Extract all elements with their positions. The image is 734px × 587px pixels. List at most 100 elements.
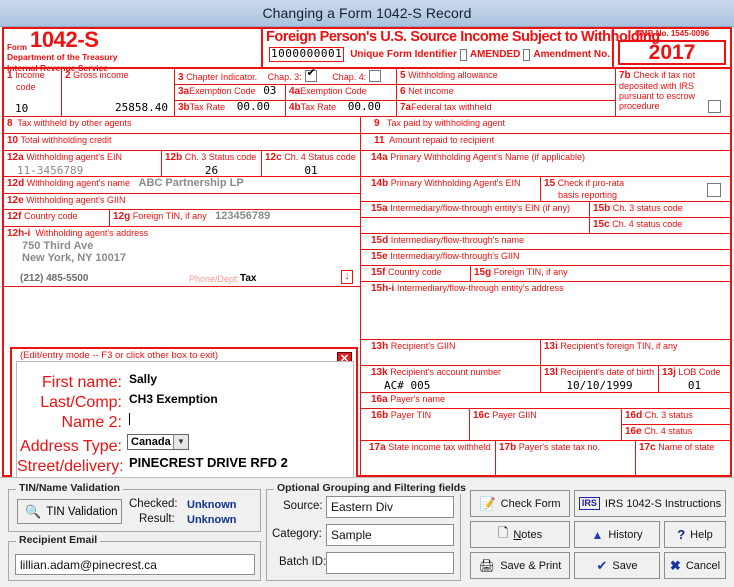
box-8-tax-withheld-other-agents[interactable]: 8 Tax withheld by other agents bbox=[4, 117, 361, 134]
box-13j-value: 01 bbox=[687, 378, 702, 392]
notes-label: NNotesotes bbox=[513, 528, 543, 541]
department-line-1: Department of the Treasury bbox=[7, 52, 118, 62]
amendment-no-checkbox[interactable] bbox=[523, 48, 531, 61]
box-13l-recipient-date-of-birth[interactable]: 13l Recipient's date of birth 10/10/1999 bbox=[541, 366, 659, 393]
chap4-checkbox[interactable] bbox=[369, 70, 382, 82]
box-2-gross-income[interactable]: 2 Gross income 25858.40 bbox=[62, 69, 175, 117]
box-15d-intermediary-name[interactable]: 15d Intermediary/flow-through's name bbox=[361, 234, 730, 250]
unique-form-identifier-input[interactable]: 1000000001 bbox=[269, 47, 345, 62]
street-value[interactable]: PINECREST DRIVE RFD 2 bbox=[129, 455, 288, 470]
box-12g-foreign-tin[interactable]: 12g Foreign TIN, if any 123456789 bbox=[110, 210, 361, 227]
recipient-email-input[interactable]: lillian.adam@pinecrest.ca bbox=[15, 554, 255, 575]
last-comp-value[interactable]: CH3 Exemption bbox=[129, 392, 218, 406]
box-14a-number: 14a bbox=[371, 152, 388, 163]
box-7b-escrow-check[interactable]: 7b Check if tax not deposited with IRS p… bbox=[616, 69, 730, 117]
box-15e-intermediary-giin[interactable]: 15e Intermediary/flow-through's GIIN bbox=[361, 250, 730, 266]
box-16c-payer-giin[interactable]: 16c Payer GIIN bbox=[470, 409, 622, 441]
box-16b-payer-tin[interactable]: 16b Payer TIN bbox=[361, 409, 470, 441]
chap3-checkbox[interactable] bbox=[304, 69, 317, 82]
box-17c-name-of-state[interactable]: 17c Name of state bbox=[636, 441, 730, 477]
box-13j-lob-code[interactable]: 13j LOB Code 01 bbox=[659, 366, 730, 393]
save-and-print-button[interactable]: 🖨 Save & Print bbox=[470, 552, 570, 579]
chap4-label: Chap. 4: bbox=[332, 72, 367, 82]
omb-year-block: OMB No. 1545-0096 2017 bbox=[612, 29, 730, 67]
name2-value[interactable] bbox=[129, 412, 130, 426]
box-4a-label: Exemption Code bbox=[300, 86, 367, 96]
check-form-button[interactable]: 📝 Check Form bbox=[470, 490, 570, 517]
box-16a-payer-name[interactable]: 16a Payer's name bbox=[361, 393, 730, 409]
address-type-select[interactable]: Canada ▼ bbox=[127, 434, 189, 450]
box-1-value: 10 bbox=[15, 102, 29, 115]
box-4b-tax-rate[interactable]: 4bTax Rate 00.00 bbox=[286, 101, 397, 117]
box-4a-exemption-code[interactable]: 4aExemption Code bbox=[286, 85, 397, 101]
box-12f-country-code[interactable]: 12f Country code bbox=[4, 210, 110, 227]
box-16d-number: 16d bbox=[625, 410, 643, 421]
history-button[interactable]: ▲ History bbox=[574, 521, 660, 548]
first-name-label: First name: bbox=[41, 374, 122, 391]
amendment-no-label: Amendment No. bbox=[533, 49, 611, 60]
box-12d-number: 12d bbox=[7, 178, 25, 189]
box-3a-exemption-code[interactable]: 3aExemption Code 03 bbox=[175, 85, 286, 101]
box-6-number: 6 bbox=[400, 86, 406, 97]
box-15a-label: Intermediary/flow-through entity's EIN (… bbox=[390, 203, 570, 213]
scroll-down-arrow-icon[interactable]: ↓ bbox=[341, 270, 353, 284]
first-name-value[interactable]: Sally bbox=[129, 372, 157, 386]
amended-checkbox[interactable] bbox=[459, 48, 467, 61]
box-15c-ch4-status-code[interactable]: 15c Ch. 4 status code bbox=[590, 218, 730, 234]
box-13k-recipient-account-number[interactable]: 13k Recipient's account number AC# 005 bbox=[361, 366, 541, 393]
box-14a-primary-agent-name[interactable]: 14a Primary Withholding Agent's Name (if… bbox=[361, 151, 730, 177]
box-6-net-income[interactable]: 6 Net income bbox=[397, 85, 616, 101]
box-15-pro-rata-check[interactable]: 15 Check if pro-rata basis reporting bbox=[541, 177, 730, 202]
category-label: Category: bbox=[272, 528, 322, 540]
box-5-label: Withholding allowance bbox=[408, 70, 498, 80]
cancel-button[interactable]: ✖ Cancel bbox=[664, 552, 726, 579]
box-15g-foreign-tin[interactable]: 15g Foreign TIN, if any bbox=[471, 266, 730, 282]
box-15f-country-code[interactable]: 15f Country code bbox=[361, 266, 471, 282]
box-7a-federal-tax-withheld[interactable]: 7aFederal tax withheld bbox=[397, 101, 616, 117]
help-button[interactable]: ? Help bbox=[664, 521, 726, 548]
box-13i-recipient-foreign-tin[interactable]: 13i Recipient's foreign TIN, if any bbox=[541, 340, 730, 366]
box-14b-primary-agent-ein[interactable]: 14b Primary Withholding Agent's EIN bbox=[361, 177, 541, 202]
box-3-chapter-indicator[interactable]: 3 Chapter Indicator. Chap. 3: Chap. 4: bbox=[175, 69, 397, 85]
box-12a-withholding-agent-ein[interactable]: 12a Withholding agent's EIN 11-3456789 bbox=[4, 151, 162, 177]
box-12e-withholding-agent-giin[interactable]: 12e Withholding agent's GIIN bbox=[4, 194, 361, 210]
box-1-income-code[interactable]: 1 Income code 10 bbox=[4, 69, 62, 117]
box-12c-number: 12c bbox=[265, 152, 282, 163]
box-9-label: Tax paid by withholding agent bbox=[386, 118, 505, 128]
box-13j-number: 13j bbox=[662, 367, 676, 378]
box-17a-state-income-tax-withheld[interactable]: 17a State income tax withheld bbox=[361, 441, 496, 477]
box-9-tax-paid-withholding-agent[interactable]: 9 Tax paid by withholding agent bbox=[361, 117, 730, 134]
source-input[interactable]: Eastern Div bbox=[326, 496, 454, 518]
box-15a-intermediary-ein[interactable]: 15a Intermediary/flow-through entity's E… bbox=[361, 202, 590, 218]
irs-instructions-button[interactable]: IRS IRS 1042-S Instructions bbox=[574, 490, 726, 517]
box-3b-tax-rate[interactable]: 3bTax Rate 00.00 bbox=[175, 101, 286, 117]
box-12d-withholding-agent-name[interactable]: 12d Withholding agent's name ABC Partner… bbox=[4, 177, 361, 194]
box-10-total-withholding-credit[interactable]: 10 Total withholding credit bbox=[4, 134, 361, 151]
box-5-withholding-allowance[interactable]: 5 Withholding allowance bbox=[397, 69, 616, 85]
box-16d-ch3-status[interactable]: 16d Ch. 3 status bbox=[622, 409, 730, 425]
box-12hi-withholding-agent-address[interactable]: 12h-i Withholding agent's address 750 Th… bbox=[4, 227, 361, 287]
box-15-checkbox[interactable] bbox=[707, 183, 721, 197]
printer-icon: 🖨 bbox=[478, 557, 496, 573]
box-12c-ch4-status-code[interactable]: 12c Ch. 4 Status code 01 bbox=[262, 151, 361, 177]
category-input[interactable]: Sample bbox=[326, 524, 454, 546]
box-13h-recipient-giin[interactable]: 13h Recipient's GIIN bbox=[361, 340, 541, 366]
box-11-amount-repaid[interactable]: 11 Amount repaid to recipient bbox=[361, 134, 730, 151]
box-12g-value: 123456789 bbox=[215, 210, 271, 222]
chevron-down-icon[interactable]: ▼ bbox=[173, 435, 188, 449]
save-button[interactable]: ✔ Save bbox=[574, 552, 660, 579]
box-7b-checkbox[interactable] bbox=[708, 100, 721, 113]
notes-button[interactable]: 🗋 NNotesotes bbox=[470, 521, 570, 548]
box-2-number: 2 bbox=[65, 70, 71, 81]
batch-id-input[interactable] bbox=[326, 552, 454, 574]
box-15b-ch3-status-code[interactable]: 15b Ch. 3 status code bbox=[590, 202, 730, 218]
box-17b-payer-state-tax-no[interactable]: 17b Payer's state tax no. bbox=[496, 441, 636, 477]
tin-validation-button[interactable]: 🔍 TIN Validation bbox=[17, 499, 122, 524]
form-title-block: Foreign Person's U.S. Source Income Subj… bbox=[265, 29, 660, 67]
box-15f-label: Country code bbox=[387, 267, 442, 277]
box-13h-label: Recipient's GIIN bbox=[390, 341, 456, 351]
cross-icon: ✖ bbox=[669, 557, 681, 573]
box-12b-ch3-status-code[interactable]: 12b Ch. 3 Status code 26 bbox=[162, 151, 262, 177]
box-16e-ch4-status[interactable]: 16e Ch. 4 status bbox=[622, 425, 730, 441]
box-15hi-intermediary-address[interactable]: 15h-i Intermediary/flow-through entity's… bbox=[361, 282, 730, 340]
